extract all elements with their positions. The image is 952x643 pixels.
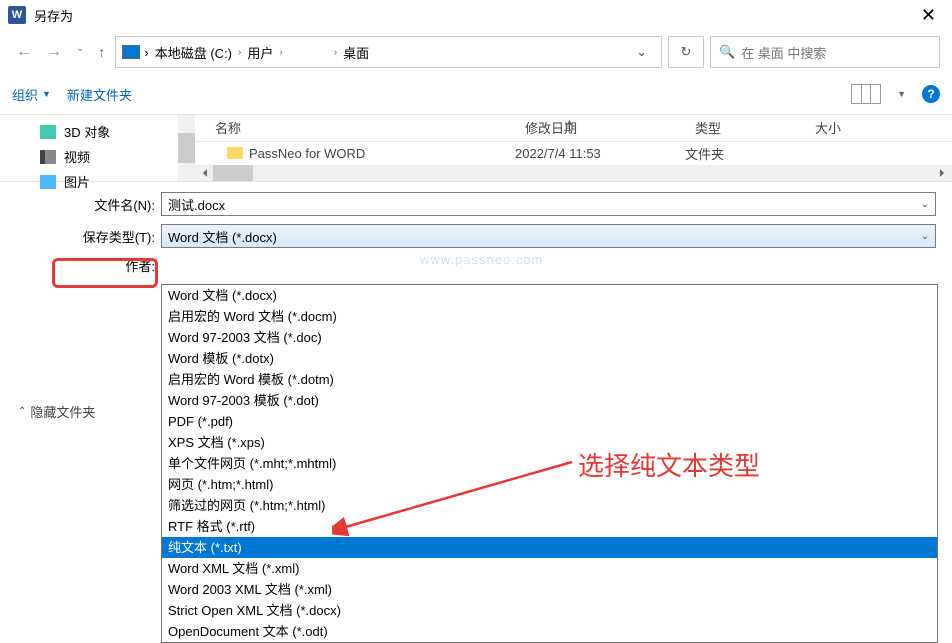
breadcrumb-desktop[interactable]: 桌面 [341, 43, 371, 62]
filetype-option[interactable]: PDF (*.pdf) [162, 411, 937, 432]
word-icon: W [8, 6, 26, 24]
forward-button[interactable]: → [42, 41, 66, 63]
filetype-option[interactable]: Strict Open XML 文档 (*.docx) [162, 600, 937, 621]
file-panel: ▲ 名称 修改日期 类型 大小 PassNeo for WORD 2022/7/… [195, 115, 952, 181]
chevron-down-icon[interactable]: ⌄ [921, 199, 929, 210]
video-icon [40, 150, 56, 164]
3d-objects-icon [40, 125, 56, 139]
chevron-down-icon: ▼ [42, 89, 51, 99]
filetype-option[interactable]: Word 97-2003 文档 (*.doc) [162, 327, 937, 348]
filetype-option[interactable]: 启用宏的 Word 模板 (*.dotm) [162, 369, 937, 390]
help-button[interactable]: ? [922, 85, 940, 103]
watermark: www.passneo.com [420, 252, 543, 267]
filename-label: 文件名(N): [16, 195, 161, 214]
chevron-right-icon: › [144, 45, 148, 60]
sidebar-item-videos[interactable]: 视频 [0, 144, 195, 169]
organize-button[interactable]: 组织 ▼ [12, 85, 51, 104]
savetype-select[interactable]: Word 文档 (*.docx) ⌄ [161, 224, 936, 248]
filetype-option[interactable]: OpenDocument 文本 (*.odt) [162, 621, 937, 642]
filetype-option[interactable]: Word XML 文档 (*.xml) [162, 558, 937, 579]
folder-icon [227, 147, 243, 159]
toolbar: 组织 ▼ 新建文件夹 ▼ ? [0, 74, 952, 114]
annotation-text: 选择纯文本类型 [578, 446, 760, 483]
refresh-button[interactable]: ↻ [668, 36, 704, 68]
hide-folders-toggle[interactable]: ⌃ 隐藏文件夹 [18, 402, 95, 421]
annotation-highlight-box [52, 258, 158, 288]
recent-dropdown[interactable]: ⌄ [72, 41, 88, 63]
breadcrumb: 本地磁盘 (C:) › 用户 › › 桌面 [153, 43, 371, 62]
column-size[interactable]: 大小 [805, 118, 952, 137]
chevron-right-icon: › [277, 47, 284, 58]
sort-indicator-icon: ▲ [565, 117, 574, 127]
filetype-option[interactable]: 启用宏的 Word 文档 (*.docm) [162, 306, 937, 327]
horizontal-scrollbar[interactable] [195, 165, 952, 181]
view-mode-button[interactable] [851, 84, 881, 104]
column-name[interactable]: 名称 [195, 118, 515, 137]
chevron-down-icon[interactable]: ⌄ [921, 231, 929, 242]
filetype-option[interactable]: Word 97-2003 模板 (*.dot) [162, 390, 937, 411]
breadcrumb-drive[interactable]: 本地磁盘 (C:) [153, 43, 234, 62]
column-date[interactable]: 修改日期 [515, 118, 685, 137]
file-row[interactable]: PassNeo for WORD 2022/7/4 11:53 文件夹 [195, 142, 952, 165]
close-button[interactable]: ✕ [913, 5, 944, 26]
search-icon: 🔍 [719, 44, 735, 60]
column-type[interactable]: 类型 [685, 118, 805, 137]
breadcrumb-user[interactable] [287, 43, 330, 62]
annotation-arrow [332, 448, 582, 548]
chevron-right-icon: › [332, 47, 339, 58]
breadcrumb-users[interactable]: 用户 [245, 43, 275, 62]
chevron-up-icon: ⌃ [18, 406, 26, 417]
new-folder-button[interactable]: 新建文件夹 [67, 85, 132, 104]
filetype-option[interactable]: Word 模板 (*.dotx) [162, 348, 937, 369]
filetype-option[interactable]: Word 文档 (*.docx) [162, 285, 937, 306]
nav-row: ← → ⌄ ↑ › 本地磁盘 (C:) › 用户 › › 桌面 ⌄ ↻ 🔍 在 … [0, 30, 952, 74]
nav-arrows: ← → ⌄ [12, 41, 88, 63]
address-dropdown[interactable]: ⌄ [628, 44, 655, 60]
sidebar: 3D 对象 视频 图片 [0, 115, 195, 181]
content-area: 3D 对象 视频 图片 ▲ 名称 修改日期 类型 大小 PassNeo for … [0, 114, 952, 182]
chevron-right-icon: › [236, 47, 243, 58]
filename-input[interactable]: 测试.docx ⌄ [161, 192, 936, 216]
filetype-option[interactable]: Word 2003 XML 文档 (*.xml) [162, 579, 937, 600]
savetype-label: 保存类型(T): [16, 227, 161, 246]
search-input[interactable]: 🔍 在 桌面 中搜索 [710, 36, 940, 68]
titlebar: W 另存为 ✕ [0, 0, 952, 30]
search-placeholder: 在 桌面 中搜索 [741, 43, 826, 62]
address-bar[interactable]: › 本地磁盘 (C:) › 用户 › › 桌面 ⌄ [115, 36, 662, 68]
up-button[interactable]: ↑ [98, 44, 105, 60]
sidebar-scrollbar[interactable] [178, 115, 195, 181]
window-title: 另存为 [34, 6, 913, 25]
chevron-down-icon[interactable]: ▼ [897, 89, 906, 99]
sidebar-item-3d[interactable]: 3D 对象 [0, 119, 195, 144]
pc-icon [122, 45, 140, 59]
back-button[interactable]: ← [12, 41, 36, 63]
